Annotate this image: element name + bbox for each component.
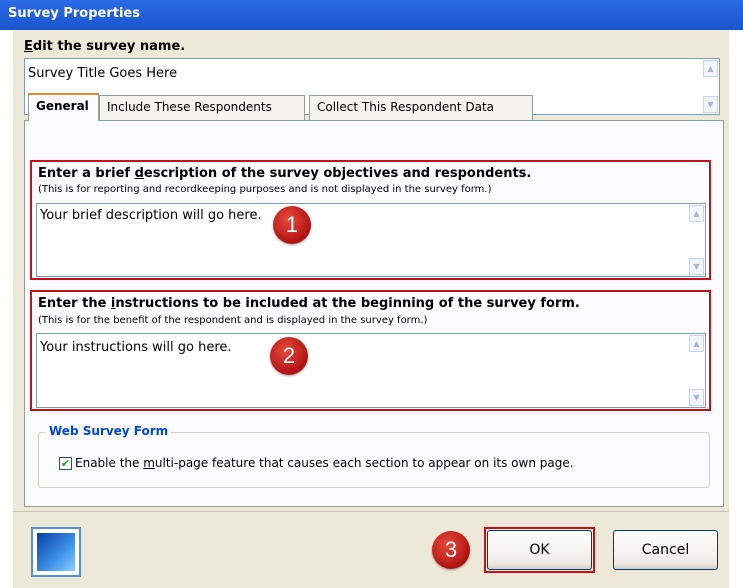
multi-page-label-pre: Enable the xyxy=(75,456,144,470)
app-icon-frame xyxy=(31,527,81,577)
instructions-heading: Enter the instructions to be included at… xyxy=(38,296,580,311)
instructions-heading-post: nstructions to be included at the beginn… xyxy=(115,296,580,311)
instructions-input[interactable]: Your instructions will go here. ▲ ▼ xyxy=(36,333,706,408)
checkmark-icon: ✔ xyxy=(60,457,71,470)
description-input[interactable]: Your brief description will go here. ▲ ▼ xyxy=(36,203,706,277)
step-1-badge: 1 xyxy=(273,206,311,244)
scroll-down-icon[interactable]: ▼ xyxy=(689,389,704,406)
step-2-badge: 2 xyxy=(270,337,308,375)
footer-divider xyxy=(13,511,729,512)
survey-name-label-text: dit the survey name. xyxy=(32,39,186,54)
instructions-note: (This is for the benefit of the responde… xyxy=(38,315,428,326)
title-bar: Survey Properties xyxy=(0,0,743,30)
tab-general[interactable]: General xyxy=(28,93,99,121)
description-note: (This is for reporting and recordkeeping… xyxy=(38,184,492,195)
survey-name-value: Survey Title Goes Here xyxy=(28,66,178,81)
survey-name-label-accel: E xyxy=(24,39,33,54)
instructions-scrollbar[interactable]: ▲ ▼ xyxy=(688,334,705,407)
tab-collect-respondent-data[interactable]: Collect This Respondent Data xyxy=(309,95,533,120)
tab-include-respondents[interactable]: Include These Respondents xyxy=(99,95,305,120)
instructions-value: Your instructions will go here. xyxy=(40,340,232,355)
description-heading-post: escription of the survey objectives and … xyxy=(143,166,532,181)
description-heading-pre: Enter a brief xyxy=(38,166,135,181)
cancel-button[interactable]: Cancel xyxy=(613,530,718,570)
scroll-down-icon[interactable]: ▼ xyxy=(689,258,704,275)
instructions-heading-pre: Enter the xyxy=(38,296,111,311)
scroll-up-icon[interactable]: ▲ xyxy=(703,60,718,77)
scroll-up-icon[interactable]: ▲ xyxy=(689,205,704,222)
survey-name-label: Edit the survey name. xyxy=(24,39,185,54)
scroll-down-icon[interactable]: ▼ xyxy=(703,96,718,113)
step-3-badge: 3 xyxy=(432,531,470,569)
scroll-up-icon[interactable]: ▲ xyxy=(689,335,704,352)
multi-page-checkbox[interactable]: ✔ xyxy=(59,457,72,470)
web-survey-form-legend: Web Survey Form xyxy=(46,424,172,438)
multi-page-label-accel: m xyxy=(143,456,155,470)
description-scrollbar[interactable]: ▲ ▼ xyxy=(688,204,705,276)
window-title: Survey Properties xyxy=(8,6,140,21)
description-value: Your brief description will go here. xyxy=(40,208,262,223)
description-heading: Enter a brief description of the survey … xyxy=(38,166,531,181)
ok-button[interactable]: OK xyxy=(487,530,592,570)
survey-name-scrollbar[interactable]: ▲ ▼ xyxy=(702,59,719,114)
multi-page-label[interactable]: Enable the multi-page feature that cause… xyxy=(75,456,574,470)
description-heading-accel: d xyxy=(134,166,144,181)
multi-page-label-post: ulti-page feature that causes each secti… xyxy=(154,456,574,470)
document-icon xyxy=(37,533,75,571)
